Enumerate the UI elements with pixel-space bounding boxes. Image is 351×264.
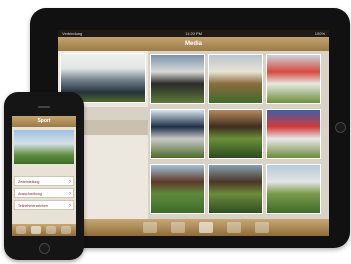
iphone-title: Sport [37,118,51,124]
tab-item[interactable] [16,226,26,234]
ipad-screen: Verbindung 11:20 PM 100% Media [58,30,329,236]
tab-item[interactable] [61,226,71,234]
battery-label: 100% [314,31,325,36]
chevron-right-icon: › [69,179,71,185]
photo-thumb[interactable] [208,54,263,104]
menu-item-label: Teilnehmerzeichen [18,204,48,208]
photo-thumb[interactable] [266,109,321,159]
iphone-screen: Sport Zeiteinteilung › Ausschreibung › T… [12,116,76,236]
iphone-nav-bar: Sport [12,116,76,127]
photo-thumb[interactable] [266,54,321,104]
nav-bar: Media [58,37,329,51]
menu-item-label: Ausschreibung [18,192,42,196]
tab-item[interactable] [143,222,157,233]
iphone-tab-bar [12,224,76,236]
tab-item[interactable] [199,222,213,233]
status-bar: Verbindung 11:20 PM 100% [58,30,329,37]
photo-thumb[interactable] [150,54,205,104]
tab-item[interactable] [46,226,56,234]
photo-thumb[interactable] [150,164,205,214]
iphone-photo[interactable] [14,130,74,164]
iphone-home-button[interactable] [39,243,50,254]
menu-item-label: Zeiteinteilung [18,180,40,184]
photo-thumb[interactable] [266,164,321,214]
menu-item-ausschreibung[interactable]: Ausschreibung › [14,188,74,198]
photo-thumb[interactable] [150,109,205,159]
menu-item-teilnehmerzeichen[interactable]: Teilnehmerzeichen › [14,200,74,210]
tab-item[interactable] [255,222,269,233]
chevron-right-icon: › [69,203,71,209]
tab-item[interactable] [171,222,185,233]
speaker-icon [38,106,50,108]
tab-bar [58,219,329,236]
menu-item-zeiteinteilung[interactable]: Zeiteinteilung › [14,176,74,186]
photo-thumb[interactable] [208,164,263,214]
page-title: Media [184,41,202,47]
chevron-right-icon: › [69,191,71,197]
time-label: 11:20 PM [185,31,202,36]
tab-item[interactable] [31,226,41,234]
ipad-home-button[interactable] [335,122,346,133]
tab-item[interactable] [227,222,241,233]
photo-thumb[interactable] [208,109,263,159]
